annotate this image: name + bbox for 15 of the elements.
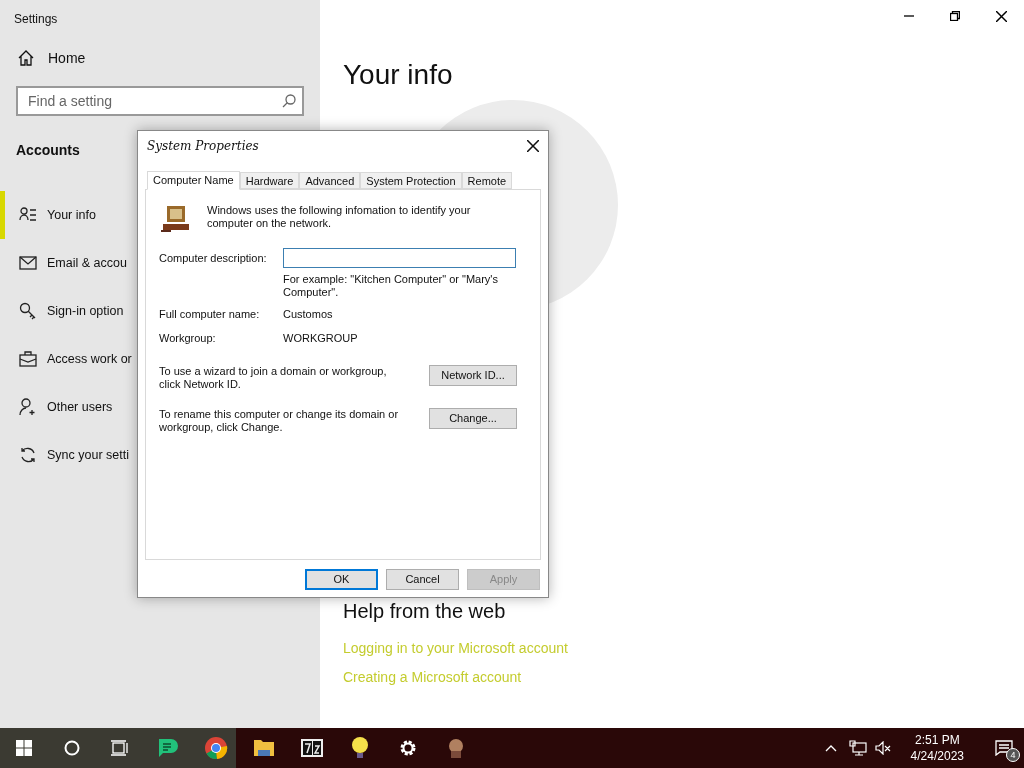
description-label: Computer description:	[159, 250, 268, 266]
example-text: For example: "Kitchen Computer" or "Mary's Computer".	[283, 273, 499, 299]
notification-badge: 4	[1006, 748, 1020, 762]
dialog-title: System Properties	[147, 138, 259, 155]
field-value: WORKGROUP	[283, 331, 358, 347]
window-title: Settings	[13, 11, 59, 28]
instruction-text: To rename this computer or change its domain or workgroup, click Change.	[159, 408, 400, 434]
help-heading: Help from the web	[343, 599, 507, 624]
field-value: Customos	[283, 307, 333, 323]
intro-text: Windows uses the following infomation to identify your computer on the network.	[207, 204, 472, 230]
section-heading: Accounts	[16, 141, 80, 160]
field-label: Workgroup:	[159, 331, 217, 347]
field-label: Full computer name:	[159, 307, 261, 323]
instruction-text: To use a wizard to join a domain or workgroup, click Network ID.	[159, 365, 388, 391]
page-title: Your info	[343, 58, 454, 92]
